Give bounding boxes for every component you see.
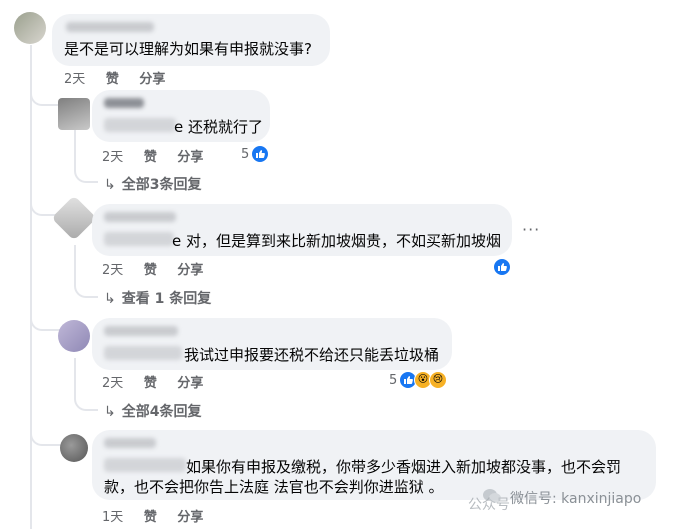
comment-text: 是不是可以理解为如果有申报就没事? (64, 40, 312, 58)
share-button[interactable]: 分享 (177, 376, 203, 391)
comment-text: e 还税就行了 (174, 118, 263, 136)
like-button[interactable]: 赞 (144, 510, 157, 525)
commenter-name[interactable] (104, 438, 156, 448)
reaction-count[interactable]: 5 (241, 147, 249, 162)
comment-actions: 2天 赞 分享 (102, 146, 219, 165)
reply-arrow-icon: ↳ (104, 177, 116, 193)
like-button[interactable]: 赞 (144, 263, 157, 278)
avatar[interactable] (14, 12, 46, 44)
comment-text: e 对，但是算到来比新加坡烟贵，不如买新加坡烟 (172, 232, 501, 250)
comment-text: 我试过申报要还税不给还只能丢垃圾桶 (184, 346, 440, 364)
like-button[interactable]: 赞 (144, 376, 157, 391)
timestamp[interactable]: 2天 (102, 263, 123, 278)
view-replies-link[interactable]: ↳ 全部3条回复 (104, 174, 201, 194)
avatar[interactable] (58, 98, 90, 130)
comment-actions: 2天 赞 分享 (64, 68, 181, 87)
sad-icon[interactable]: 😢 (429, 371, 447, 389)
view-replies-link[interactable]: ↳ 查看 1 条回复 (104, 288, 211, 308)
commenter-name[interactable] (104, 98, 144, 108)
reply-curve (74, 280, 98, 298)
timestamp[interactable]: 2天 (102, 376, 123, 391)
thread-line (74, 130, 76, 170)
watermark-label: 微信号: kanxinjiapo (510, 491, 642, 507)
comment-text-line: 如果你有申报及缴税，你带多少香烟进入新加坡都没事，也不会罚 (186, 458, 622, 476)
wechat-icon (482, 488, 502, 504)
reaction-count[interactable]: 5 (389, 373, 397, 388)
view-replies-link[interactable]: ↳ 全部4条回复 (104, 401, 201, 421)
more-options-button[interactable]: ··· (522, 220, 540, 239)
replies-label: 全部3条回复 (121, 177, 202, 193)
share-button[interactable]: 分享 (177, 263, 203, 278)
comment-actions: 2天 赞 分享 (102, 372, 219, 391)
reply-curve (74, 165, 98, 183)
reply-curve (74, 393, 98, 411)
like-button[interactable]: 赞 (144, 150, 157, 165)
like-button[interactable]: 赞 (106, 72, 119, 87)
share-button[interactable]: 分享 (139, 72, 165, 87)
comment-text-line: 款，也不会把你告上法庭 法官也不会判你进监狱 。 (104, 478, 444, 496)
commenter-name[interactable] (104, 212, 176, 222)
replies-label: 全部4条回复 (121, 404, 202, 420)
mention-name[interactable] (104, 346, 182, 360)
replies-label: 查看 1 条回复 (121, 291, 212, 307)
mention-name[interactable] (104, 232, 174, 246)
thread-line (74, 245, 76, 283)
timestamp[interactable]: 2天 (64, 72, 85, 87)
reply-arrow-icon: ↳ (104, 291, 116, 307)
thread-curve (30, 305, 62, 331)
commenter-name[interactable] (66, 22, 154, 32)
mention-name[interactable] (104, 118, 176, 132)
timestamp[interactable]: 1天 (102, 510, 123, 525)
comment-actions: 2天 赞 分享 (102, 259, 219, 278)
thread-line (74, 358, 76, 396)
thumbs-up-icon[interactable] (493, 258, 511, 276)
share-button[interactable]: 分享 (177, 510, 203, 525)
share-button[interactable]: 分享 (177, 150, 203, 165)
reply-arrow-icon: ↳ (104, 404, 116, 420)
thread-line (30, 45, 32, 529)
commenter-name[interactable] (104, 326, 178, 336)
thread-curve (30, 420, 62, 446)
avatar[interactable] (60, 434, 88, 462)
comment-actions: 1天 赞 分享 (102, 506, 219, 525)
avatar[interactable] (58, 320, 90, 352)
thumbs-up-icon[interactable] (251, 145, 269, 163)
timestamp[interactable]: 2天 (102, 150, 123, 165)
mention-name[interactable] (104, 458, 186, 472)
